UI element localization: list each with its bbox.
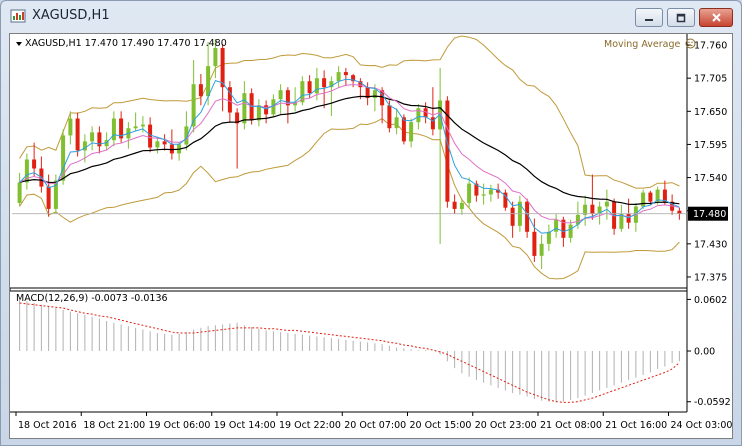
time-tick-label: 19 Oct 06:00: [149, 420, 211, 431]
candle-body: [322, 78, 327, 88]
candle-body: [590, 204, 595, 214]
time-tick-label: 24 Oct 03:00: [671, 420, 733, 431]
price-tick-label: 17.650: [694, 107, 727, 118]
candle-body: [467, 183, 472, 203]
candle-body: [510, 207, 515, 226]
candle-body: [264, 105, 269, 115]
candle-body: [568, 224, 573, 238]
chart-ohlc: 17.470 17.490 17.470 17.480: [84, 38, 227, 49]
pane-separator: [9, 287, 688, 292]
macd-tick-label: -0.0592: [694, 397, 731, 408]
candle-body: [677, 210, 682, 214]
bollinger-lower-line: [19, 118, 680, 280]
time-tick-label: 20 Oct 15:00: [410, 420, 472, 431]
macd-signal-line: [19, 302, 680, 403]
candle-body: [532, 231, 537, 256]
candle-body: [459, 202, 464, 209]
chart-area[interactable]: 17.76017.70517.65017.59517.54017.48517.4…: [9, 33, 733, 439]
candle-body: [17, 182, 22, 203]
candle-body: [336, 72, 341, 82]
candle-body: [401, 117, 406, 142]
candle-body: [662, 189, 667, 202]
chart-symbol: XAGUSD,H1: [25, 38, 82, 49]
candle-body: [409, 122, 414, 142]
time-tick-label: 21 Oct 08:00: [540, 420, 602, 431]
candle-body: [488, 189, 493, 195]
candle-body: [314, 78, 319, 94]
candle-body: [641, 192, 646, 207]
macd-tick-label: 0.0602: [694, 295, 727, 306]
minimize-button[interactable]: [635, 8, 663, 27]
candle-body: [604, 201, 609, 207]
title-bar[interactable]: XAGUSD,H1: [1, 1, 741, 31]
macd-name: MACD(12,26,9): [16, 293, 89, 304]
chart-window: XAGUSD,H1 17.760 17.705 17.650 17.595 17.540…: [0, 0, 742, 446]
candle-body: [539, 243, 544, 256]
time-tick-label: 20 Oct 23:00: [475, 420, 537, 431]
indicator-label[interactable]: Moving Average: [604, 38, 696, 50]
candle-body: [394, 117, 399, 129]
candle-body: [206, 66, 211, 97]
candle-body: [554, 219, 559, 232]
chart-canvas[interactable]: 17.76017.70517.65017.59517.54017.48517.4…: [9, 34, 733, 438]
chart-window-icon: [10, 9, 26, 23]
current-price-label: 17.480: [693, 209, 726, 220]
candle-body: [140, 124, 145, 127]
candle-body: [546, 231, 551, 244]
chart-info-line: XAGUSD,H1 17.470 17.490 17.470 17.480: [16, 38, 227, 49]
macd-values: -0.0073 -0.0136: [91, 293, 168, 304]
candle-body: [387, 105, 392, 129]
collapse-arrow-icon[interactable]: [16, 41, 22, 46]
price-tick-label: 17.760: [694, 41, 727, 52]
candle-body: [278, 90, 283, 100]
price-tick-label: 17.540: [694, 173, 727, 184]
bollinger-upper-line: [19, 35, 680, 189]
time-tick-label: 18 Oct 2016: [18, 420, 77, 431]
candle-body: [133, 126, 138, 129]
time-tick-label: 19 Oct 22:00: [279, 420, 341, 431]
candle-body: [242, 93, 247, 124]
close-icon: [711, 13, 721, 22]
candle-body: [68, 118, 73, 136]
time-tick-label: 20 Oct 07:00: [344, 420, 406, 431]
window-title: XAGUSD,H1: [32, 8, 110, 23]
candle-body: [155, 141, 160, 148]
candle-body: [307, 81, 312, 94]
sad-face-icon: [685, 38, 696, 49]
price-tick-label: 17.595: [694, 140, 727, 151]
moving-average-mid-line: [19, 84, 680, 224]
candle-body: [198, 84, 203, 97]
candle-body: [452, 201, 457, 209]
time-tick-label: 18 Oct 21:00: [83, 420, 145, 431]
candle-body: [75, 118, 80, 151]
candle-body: [481, 194, 486, 196]
maximize-button[interactable]: [667, 8, 695, 27]
candle-body: [148, 124, 153, 148]
time-tick-label: 19 Oct 14:00: [214, 420, 276, 431]
maximize-icon: [676, 13, 686, 22]
candle-body: [90, 132, 95, 142]
minimize-icon: [645, 18, 653, 21]
price-tick-label: 17.430: [694, 239, 727, 250]
macd-tick-label: 0.00: [694, 347, 715, 358]
candle-body: [343, 72, 348, 76]
candle-body: [32, 159, 37, 169]
candle-body: [648, 192, 653, 202]
price-tick-label: 17.375: [694, 272, 727, 283]
moving-average-slow-line: [19, 95, 680, 206]
candle-body: [213, 48, 218, 67]
macd-info-line: MACD(12,26,9) -0.0073 -0.0136: [16, 293, 168, 304]
candle-body: [162, 141, 167, 145]
indicator-name: Moving Average: [604, 39, 681, 50]
close-button[interactable]: [699, 8, 733, 27]
candle-body: [220, 48, 225, 88]
time-tick-label: 21 Oct 16:00: [605, 420, 667, 431]
candle-body: [46, 186, 51, 209]
candle-body: [169, 144, 174, 154]
price-tick-label: 17.705: [694, 74, 727, 85]
